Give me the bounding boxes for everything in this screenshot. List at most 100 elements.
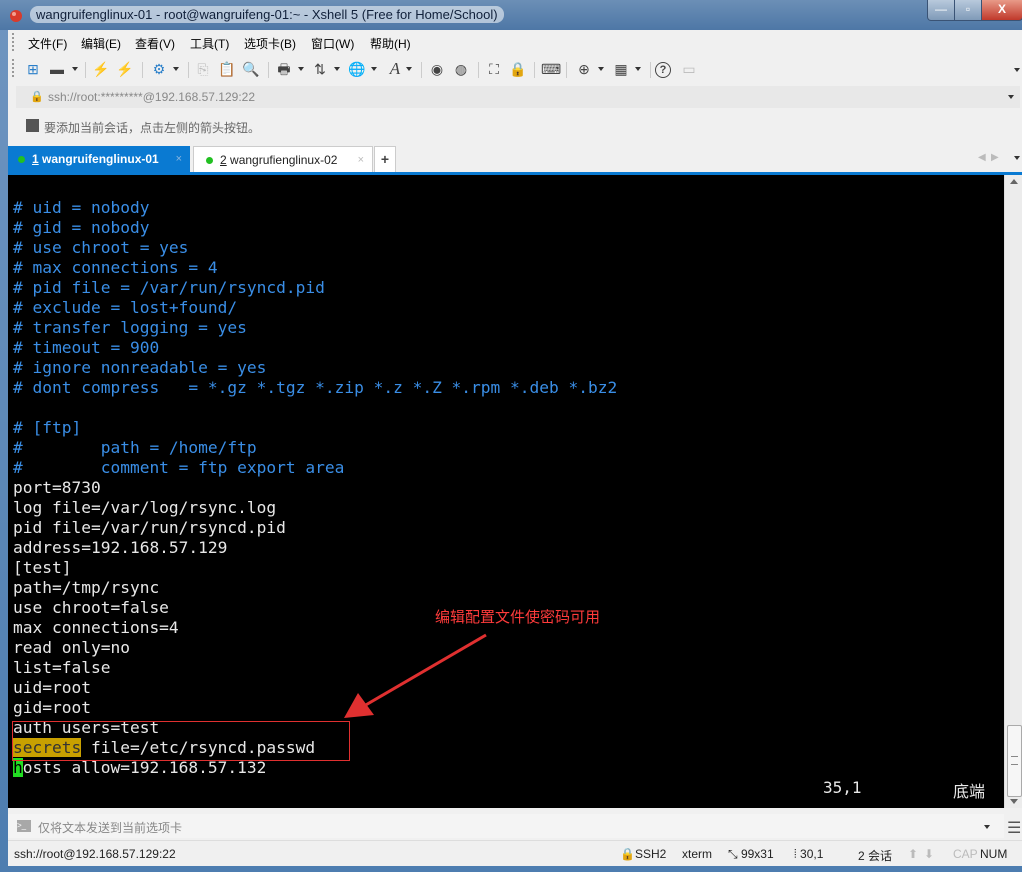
font-dropdown-arrow[interactable] (406, 67, 412, 71)
next-session-arrow-icon[interactable]: ⬇ (924, 847, 934, 861)
toolbar-separator (188, 62, 189, 78)
tab-scroll-right-icon[interactable]: ▶ (991, 152, 999, 163)
scroll-up-arrow[interactable] (1010, 179, 1018, 184)
annotation-highlight-box (12, 721, 350, 761)
new-tab-dropdown-arrow[interactable] (598, 67, 604, 71)
session-hint-text: 要添加当前会话，点击左侧的箭头按钮。 (44, 121, 261, 135)
address-dropdown-arrow[interactable] (1008, 95, 1014, 99)
find-icon[interactable]: 🔍 (242, 60, 260, 78)
resize-icon: ⤡ (728, 847, 741, 861)
client-area: 文件(F) 编辑(E) 查看(V) 工具(T) 选项卡(B) 窗口(W) 帮助(… (8, 30, 1022, 866)
tab-number: 1 (32, 152, 39, 166)
toolbar-overflow-arrow[interactable] (1014, 68, 1020, 72)
terminal-comment-line: # pid file = /var/run/rsyncd.pid (13, 278, 325, 297)
xshell-window: wangruifenglinux-01 - root@wangruifeng-0… (0, 0, 1022, 872)
vim-scroll-position: 底端 (953, 784, 986, 801)
toolbar: ⊞ ▬ ⚡ ⚡ ⚙ ⎘ 📋 🔍 🖶 ⇅ 🌐 A ◉ ◍ ⛶ 🔒 ⌨ ⊕ ▦ ? … (8, 56, 1022, 84)
status-terminal-type: xterm (682, 847, 712, 861)
globe-dropdown-arrow[interactable] (371, 67, 377, 71)
tab-session-1[interactable]: 1 wangruifenglinux-01 × (8, 146, 190, 172)
transfer-dropdown-arrow[interactable] (334, 67, 340, 71)
terminal-comment-line: # [ftp] (13, 418, 82, 437)
terminal-comment-line: # path = /home/ftp (13, 438, 257, 457)
annotation-text: 编辑配置文件使密码可用 (435, 609, 601, 626)
maximize-button[interactable]: ▫ (954, 0, 982, 21)
session-hint-bar: 要添加当前会话，点击左侧的箭头按钮。 (16, 114, 1020, 138)
tab-scroll-left-icon[interactable]: ◀ (978, 152, 986, 163)
open-dropdown-arrow[interactable] (72, 67, 78, 71)
toolbar-grip[interactable] (12, 59, 16, 77)
vim-cursor-position: 35,1 (823, 778, 862, 797)
properties-icon[interactable]: ⚙ (150, 60, 168, 78)
xftp-icon[interactable]: ◉ (428, 60, 446, 78)
status-connection: ssh://root@192.168.57.129:22 (14, 847, 176, 861)
menu-view[interactable]: 查看(V) (135, 35, 175, 52)
terminal-scrollbar[interactable] (1004, 175, 1022, 808)
add-tab-button[interactable]: + (374, 146, 396, 172)
tab-list-dropdown-arrow[interactable] (1014, 156, 1020, 160)
connect-icon[interactable]: ⚡ (92, 60, 110, 78)
new-session-icon[interactable]: ⊞ (24, 60, 42, 78)
xmanager-icon[interactable]: ◍ (452, 60, 470, 78)
status-num-lock: NUM (980, 847, 1008, 861)
lock-icon[interactable]: 🔒 (509, 60, 527, 78)
terminal-comment-line: # comment = ftp export area (13, 458, 345, 477)
status-size: ⤡ 99x31 (728, 847, 774, 861)
keyboard-icon[interactable]: ⌨ (541, 60, 561, 78)
tab-bar: 1 wangruifenglinux-01 × 2 wangrufienglin… (8, 144, 1022, 172)
minimize-button[interactable]: — (927, 0, 955, 21)
disconnect-icon[interactable]: ⚡ (116, 60, 134, 78)
tab-close-icon[interactable]: × (358, 147, 364, 173)
layout-dropdown-arrow[interactable] (635, 67, 641, 71)
compose-bar[interactable]: >_ 仅将文本发送到当前选项卡 (8, 814, 1004, 838)
add-session-arrow-icon[interactable] (26, 119, 39, 132)
transfer-icon[interactable]: ⇅ (311, 60, 329, 78)
terminal-comment-line: # timeout = 900 (13, 338, 160, 357)
tab-session-2[interactable]: 2 wangrufienglinux-02 × (193, 146, 373, 172)
address-bar[interactable]: 🔒 ssh://root:*********@192.168.57.129:22 (16, 86, 1020, 108)
menu-window[interactable]: 窗口(W) (311, 35, 354, 52)
menu-edit[interactable]: 编辑(E) (81, 35, 121, 52)
terminal-prompt-icon: >_ (17, 820, 31, 832)
chat-icon[interactable]: ▭ (680, 60, 698, 78)
terminal-comment-line: # gid = nobody (13, 218, 150, 237)
terminal-screen[interactable]: # uid = nobody # gid = nobody # use chroot… (8, 175, 1004, 808)
menu-help[interactable]: 帮助(H) (370, 35, 411, 52)
copy-icon[interactable]: ⎘ (194, 60, 212, 78)
terminal-line: list=false (13, 658, 111, 677)
tab-close-icon[interactable]: × (176, 146, 182, 172)
tab-label: wangrufienglinux-02 (230, 153, 338, 167)
menu-tools[interactable]: 工具(T) (190, 35, 229, 52)
terminal-line: address=192.168.57.129 (13, 538, 228, 557)
layout-icon[interactable]: ▦ (612, 60, 630, 78)
terminal-comment-line: # transfer logging = yes (13, 318, 247, 337)
status-sessions: 2 会话 (858, 849, 893, 863)
paste-icon[interactable]: 📋 (218, 60, 236, 78)
terminal-comment-line: # dont compress = *.gz *.tgz *.zip *.z *… (13, 378, 618, 397)
print-icon[interactable]: 🖶 (275, 60, 293, 78)
address-input[interactable]: ssh://root:*********@192.168.57.129:22 (48, 90, 255, 104)
close-button[interactable]: X (981, 0, 1022, 21)
scroll-down-arrow[interactable] (1010, 799, 1018, 804)
globe-icon[interactable]: 🌐 (348, 60, 366, 78)
font-icon[interactable]: A (386, 60, 404, 78)
help-icon[interactable]: ? (655, 62, 671, 78)
new-tab-icon[interactable]: ⊕ (575, 60, 593, 78)
menu-tabs[interactable]: 选项卡(B) (244, 35, 296, 52)
menubar-grip[interactable] (12, 33, 16, 51)
print-dropdown-arrow[interactable] (298, 67, 304, 71)
properties-dropdown-arrow[interactable] (173, 67, 179, 71)
title-bar[interactable]: wangruifenglinux-01 - root@wangruifeng-0… (0, 0, 1022, 30)
tab-label: wangruifenglinux-01 (42, 152, 159, 166)
compose-dropdown-arrow[interactable] (984, 825, 990, 829)
menu-file[interactable]: 文件(F) (28, 35, 67, 52)
open-folder-icon[interactable]: ▬ (48, 60, 66, 78)
terminal-comment-line: # uid = nobody (13, 198, 150, 217)
terminal-line: port=8730 (13, 478, 101, 497)
fullscreen-icon[interactable]: ⛶ (485, 60, 503, 78)
menu-bar: 文件(F) 编辑(E) 查看(V) 工具(T) 选项卡(B) 窗口(W) 帮助(… (8, 30, 1022, 54)
hamburger-menu-icon[interactable]: ☰ (1007, 818, 1021, 838)
prev-session-arrow-icon[interactable]: ⬆ (908, 847, 918, 861)
scrollbar-thumb[interactable] (1007, 725, 1022, 797)
compose-input[interactable]: 仅将文本发送到当前选项卡 (38, 819, 182, 836)
